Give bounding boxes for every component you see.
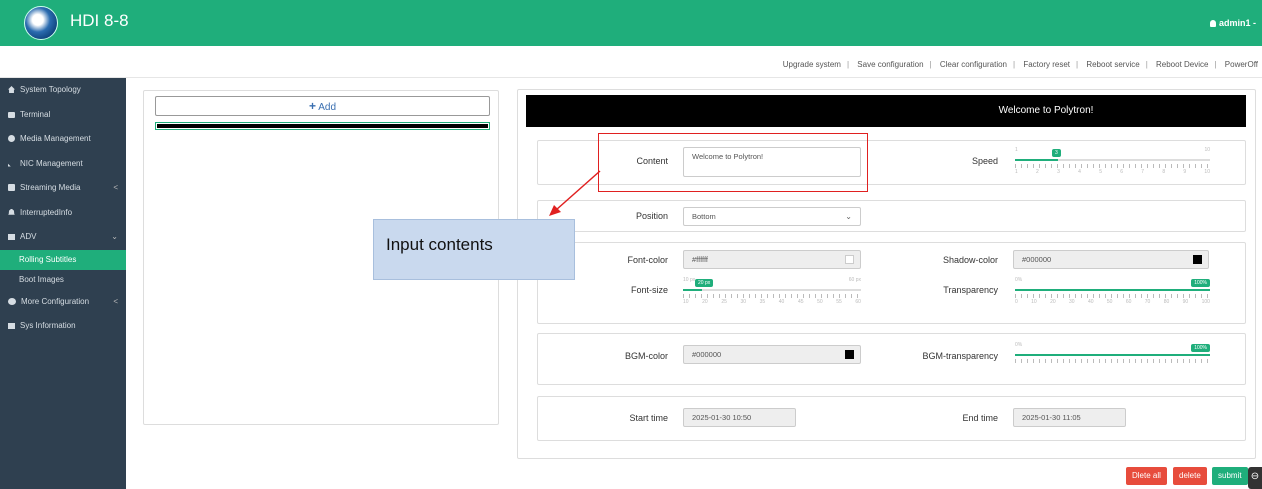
delete-button[interactable]: delete: [1173, 467, 1207, 485]
submit-button[interactable]: submit: [1212, 467, 1248, 485]
callout-arrow-icon: [549, 170, 601, 216]
delete-all-button[interactable]: Dlete all: [1126, 467, 1167, 485]
side-toggle-icon[interactable]: ⊖: [1248, 467, 1262, 489]
input-contents-callout: Input contents: [373, 219, 575, 280]
